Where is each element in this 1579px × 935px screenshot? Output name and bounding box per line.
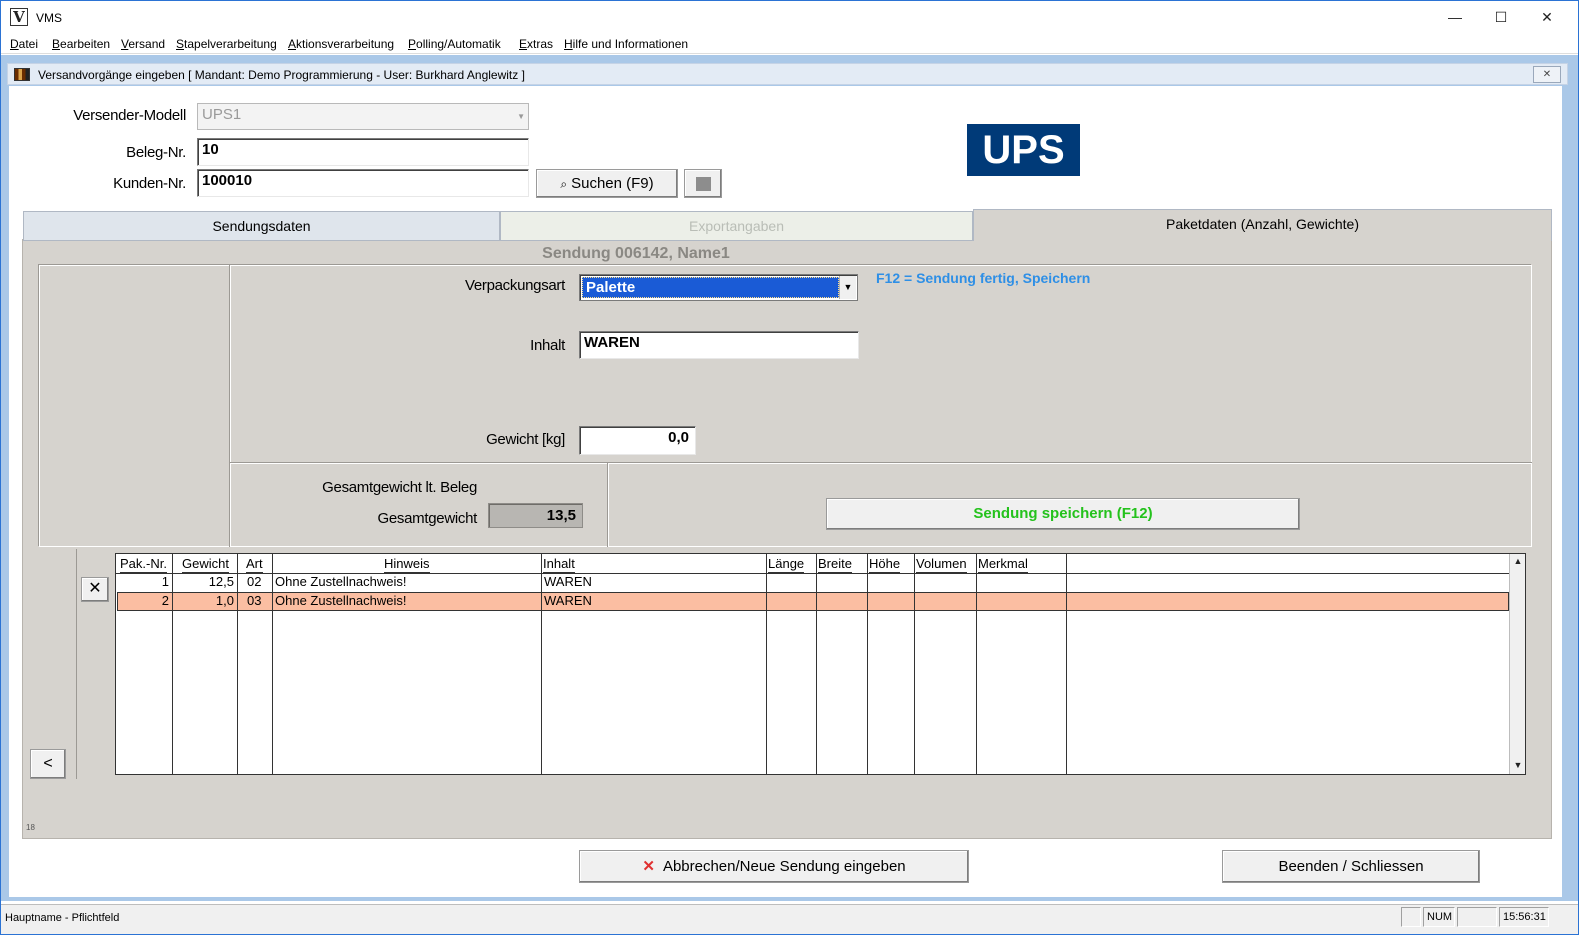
f12-hint: F12 = Sendung fertig, Speichern	[876, 270, 1091, 286]
cell-hinweis[interactable]: Ohne Zustellnachweis!	[275, 592, 407, 610]
close-icon[interactable]: ✕	[1524, 1, 1570, 34]
cell-paknr[interactable]: 1	[116, 573, 169, 591]
tab-sendungsdaten[interactable]: Sendungsdaten	[23, 211, 500, 241]
divider	[607, 463, 609, 547]
col-header-hoehe[interactable]: Höhe	[869, 554, 901, 573]
vertical-scrollbar[interactable]: ▲ ▼	[1509, 554, 1525, 774]
cell-inhalt[interactable]: WAREN	[544, 592, 592, 610]
menu-stapelverarbeitung[interactable]: Stapelverarbeitung	[176, 37, 277, 51]
tab-paketdaten[interactable]: Paketdaten (Anzahl, Gewichte)	[973, 209, 1552, 241]
chevron-down-icon: ▼	[517, 112, 525, 121]
kunden-field[interactable]: 100010	[197, 169, 529, 197]
beleg-field[interactable]: 10	[197, 138, 529, 166]
minimize-icon[interactable]: —	[1432, 1, 1478, 34]
maximize-icon[interactable]: ☐	[1478, 1, 1524, 34]
col-header-art[interactable]: Art	[246, 554, 263, 573]
cell-gewicht[interactable]: 1,0	[173, 592, 234, 610]
back-button[interactable]: <	[30, 749, 66, 779]
kunden-label: Kunden-Nr.	[113, 175, 186, 192]
cell-art[interactable]: 02	[247, 573, 261, 591]
verpackungsart-label: Verpackungsart	[464, 277, 565, 294]
beleg-label: Beleg-Nr.	[126, 144, 186, 161]
scroll-up-icon[interactable]: ▲	[1512, 556, 1524, 566]
cell-art[interactable]: 03	[247, 592, 261, 610]
col-header-paknr[interactable]: Pak.-Nr.	[120, 554, 167, 573]
divider	[230, 462, 1532, 464]
divider	[229, 265, 231, 547]
menu-polling-automatik[interactable]: Polling/Automatik	[408, 37, 501, 51]
extra-button[interactable]	[684, 169, 722, 198]
small-indicator: 18	[26, 823, 35, 832]
scroll-down-icon[interactable]: ▼	[1512, 760, 1524, 770]
num-lock-indicator: NUM	[1423, 907, 1455, 927]
gesamtgewicht-field: 13,5	[488, 503, 583, 528]
child-window-title-bar[interactable]: Versandvorgänge eingeben [ Mandant: Demo…	[7, 63, 1568, 85]
search-button-label: Suchen (F9)	[571, 175, 654, 192]
menu-bearbeiten[interactable]: Bearbeiten	[52, 37, 110, 51]
verpackungsart-value: Palette	[582, 277, 839, 298]
tab-exportangaben[interactable]: Exportangaben	[500, 211, 973, 241]
menu-versand[interactable]: Versand	[121, 37, 165, 51]
col-header-gewicht[interactable]: Gewicht	[182, 554, 229, 573]
inhalt-field[interactable]: WAREN	[579, 331, 859, 359]
child-close-button[interactable]: ✕	[1533, 66, 1561, 83]
cell-inhalt[interactable]: WAREN	[544, 573, 592, 591]
col-header-inhalt[interactable]: Inhalt	[543, 554, 575, 573]
col-header-hinweis[interactable]: Hinweis	[384, 554, 430, 573]
gewicht-field[interactable]: 0,0	[579, 426, 696, 455]
app-window: V VMS — Datei Bearbeiten Versand Stapelv…	[0, 0, 1579, 935]
col-header-laenge[interactable]: Länge	[768, 554, 805, 573]
window-title: VMS	[36, 11, 63, 25]
cell-hinweis[interactable]: Ohne Zustellnachweis!	[275, 573, 407, 591]
sendung-header: Sendung 006142, Name1	[542, 245, 730, 262]
status-text: Hauptname - Pflichtfeld	[5, 912, 120, 924]
status-bar: Hauptname - Pflichtfeld NUM 15:56:31	[1, 904, 1578, 934]
search-button[interactable]: ⌕ Suchen (F9)	[536, 169, 678, 198]
status-time: 15:56:31	[1499, 907, 1549, 927]
inhalt-label: Inhalt	[530, 337, 565, 354]
package-grid[interactable]: Pak.-Nr. Gewicht Art Hinweis Inhalt Läng…	[115, 553, 1526, 775]
gewicht-label: Gewicht [kg]	[486, 431, 565, 448]
gesamtgewicht-beleg-label: Gesamtgewicht lt. Beleg	[322, 479, 477, 496]
versender-label: Versender-Modell	[73, 107, 186, 124]
title-bar[interactable]: V VMS —	[1, 1, 1578, 34]
versender-select[interactable]: UPS1 ▼	[197, 103, 529, 130]
cell-gewicht[interactable]: 12,5	[173, 573, 234, 591]
delete-row-button[interactable]: ✕	[81, 577, 109, 602]
cell-paknr[interactable]: 2	[116, 592, 169, 610]
menu-aktionsverarbeitung[interactable]: Aktionsverarbeitung	[288, 37, 394, 51]
binoculars-icon: ⌕	[560, 177, 568, 191]
menu-hilfe[interactable]: Hilfe und Informationen	[564, 37, 688, 51]
cancel-button-label: Abbrechen/Neue Sendung eingeben	[662, 858, 906, 875]
col-header-breite[interactable]: Breite	[818, 554, 852, 573]
paket-frame	[39, 265, 1532, 547]
chevron-down-icon[interactable]: ▼	[839, 276, 856, 299]
col-header-merkmal[interactable]: Merkmal	[978, 554, 1028, 573]
versender-value: UPS1	[202, 106, 242, 123]
gesamtgewicht-label: Gesamtgewicht	[377, 510, 478, 527]
col-header-volumen[interactable]: Volumen	[916, 554, 967, 573]
menu-extras[interactable]: Extras	[519, 37, 553, 51]
ups-logo: UPS	[967, 124, 1080, 176]
menu-bar: Datei Bearbeiten Versand Stapelverarbeit…	[1, 34, 1578, 54]
verpackungsart-select[interactable]: Palette ▼	[579, 274, 858, 301]
child-window-caption: Versandvorgänge eingeben [ Mandant: Demo…	[38, 68, 525, 82]
square-icon	[696, 177, 711, 191]
save-shipment-button[interactable]: Sendung speichern (F12)	[826, 498, 1300, 530]
app-logo-icon: V	[10, 8, 28, 26]
cancel-new-shipment-button[interactable]: ✕ Abbrechen/Neue Sendung eingeben	[579, 850, 969, 883]
exit-close-button[interactable]: Beenden / Schliessen	[1222, 850, 1480, 883]
close-icon: ✕	[642, 858, 655, 875]
menu-datei[interactable]: Datei	[10, 37, 38, 51]
film-icon	[14, 68, 30, 81]
